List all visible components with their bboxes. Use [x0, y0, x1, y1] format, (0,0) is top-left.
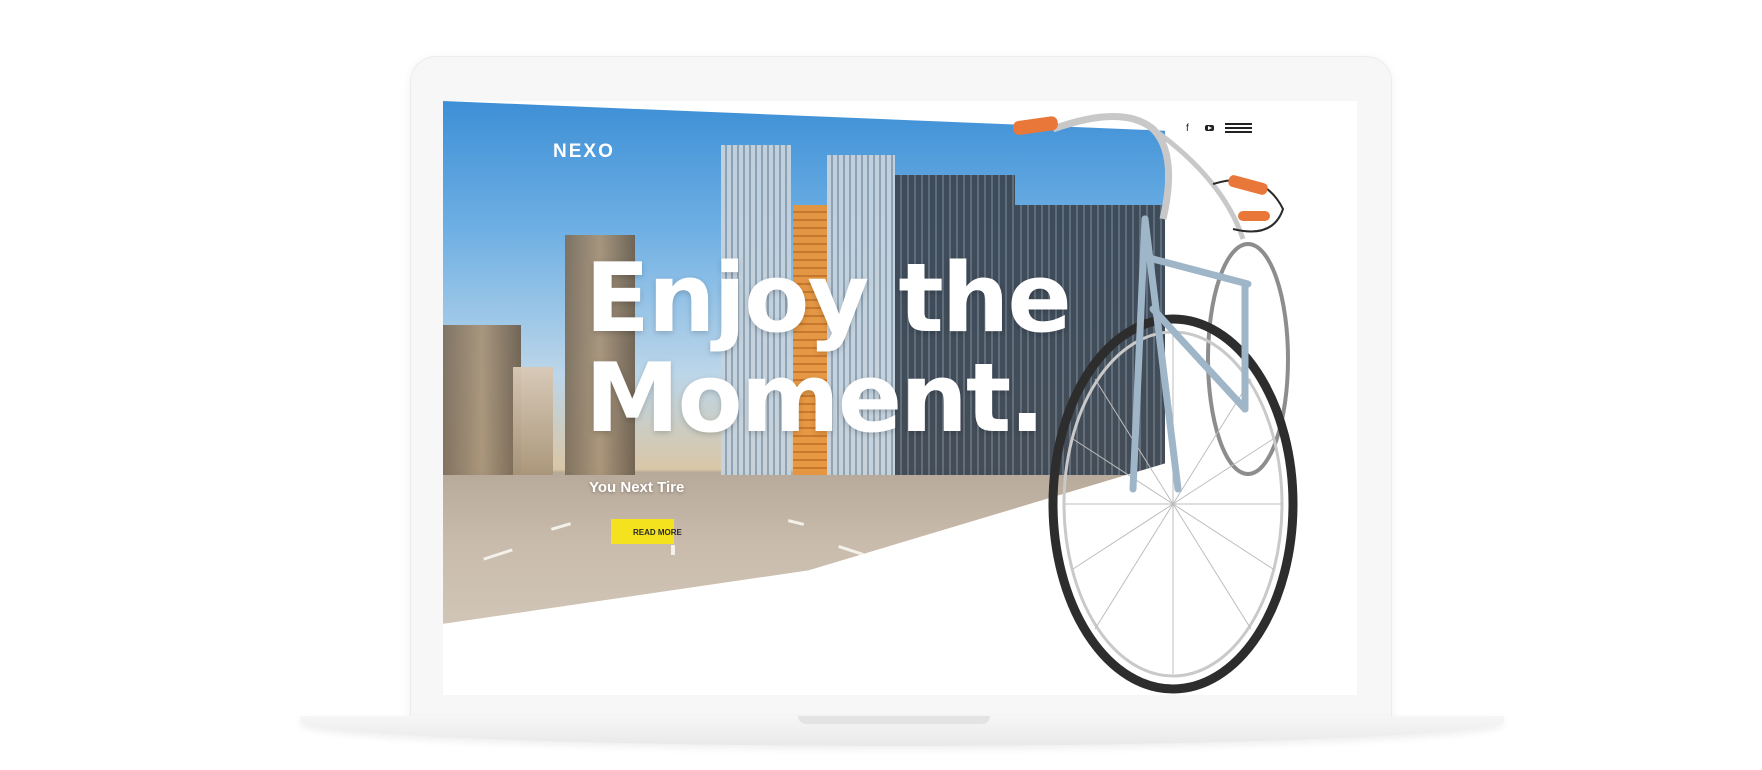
building: [513, 367, 553, 475]
laptop-notch: [798, 716, 990, 724]
device-mockup: NEXO f Enjoy the Moment. You Next Tire R…: [0, 0, 1762, 770]
bicycle-image: [1013, 113, 1298, 694]
road-marking: [838, 545, 864, 556]
road-marking: [787, 519, 805, 526]
handlebar-grip: [1013, 116, 1058, 135]
hero-subtitle: You Next Tire: [589, 479, 685, 496]
website-screen: NEXO f Enjoy the Moment. You Next Tire R…: [443, 101, 1357, 695]
road-marking: [550, 522, 572, 531]
hero-headline: Enjoy the Moment.: [585, 244, 1072, 454]
road-marking: [483, 548, 513, 561]
building: [443, 325, 521, 475]
headline-line-2: Moment.: [585, 344, 1045, 454]
read-more-label: READ MORE: [633, 528, 682, 537]
brake-lever: [1228, 175, 1268, 195]
headline-line-1: Enjoy the: [585, 244, 1072, 354]
road-marking: [671, 545, 675, 555]
brand-logo[interactable]: NEXO: [553, 141, 615, 163]
